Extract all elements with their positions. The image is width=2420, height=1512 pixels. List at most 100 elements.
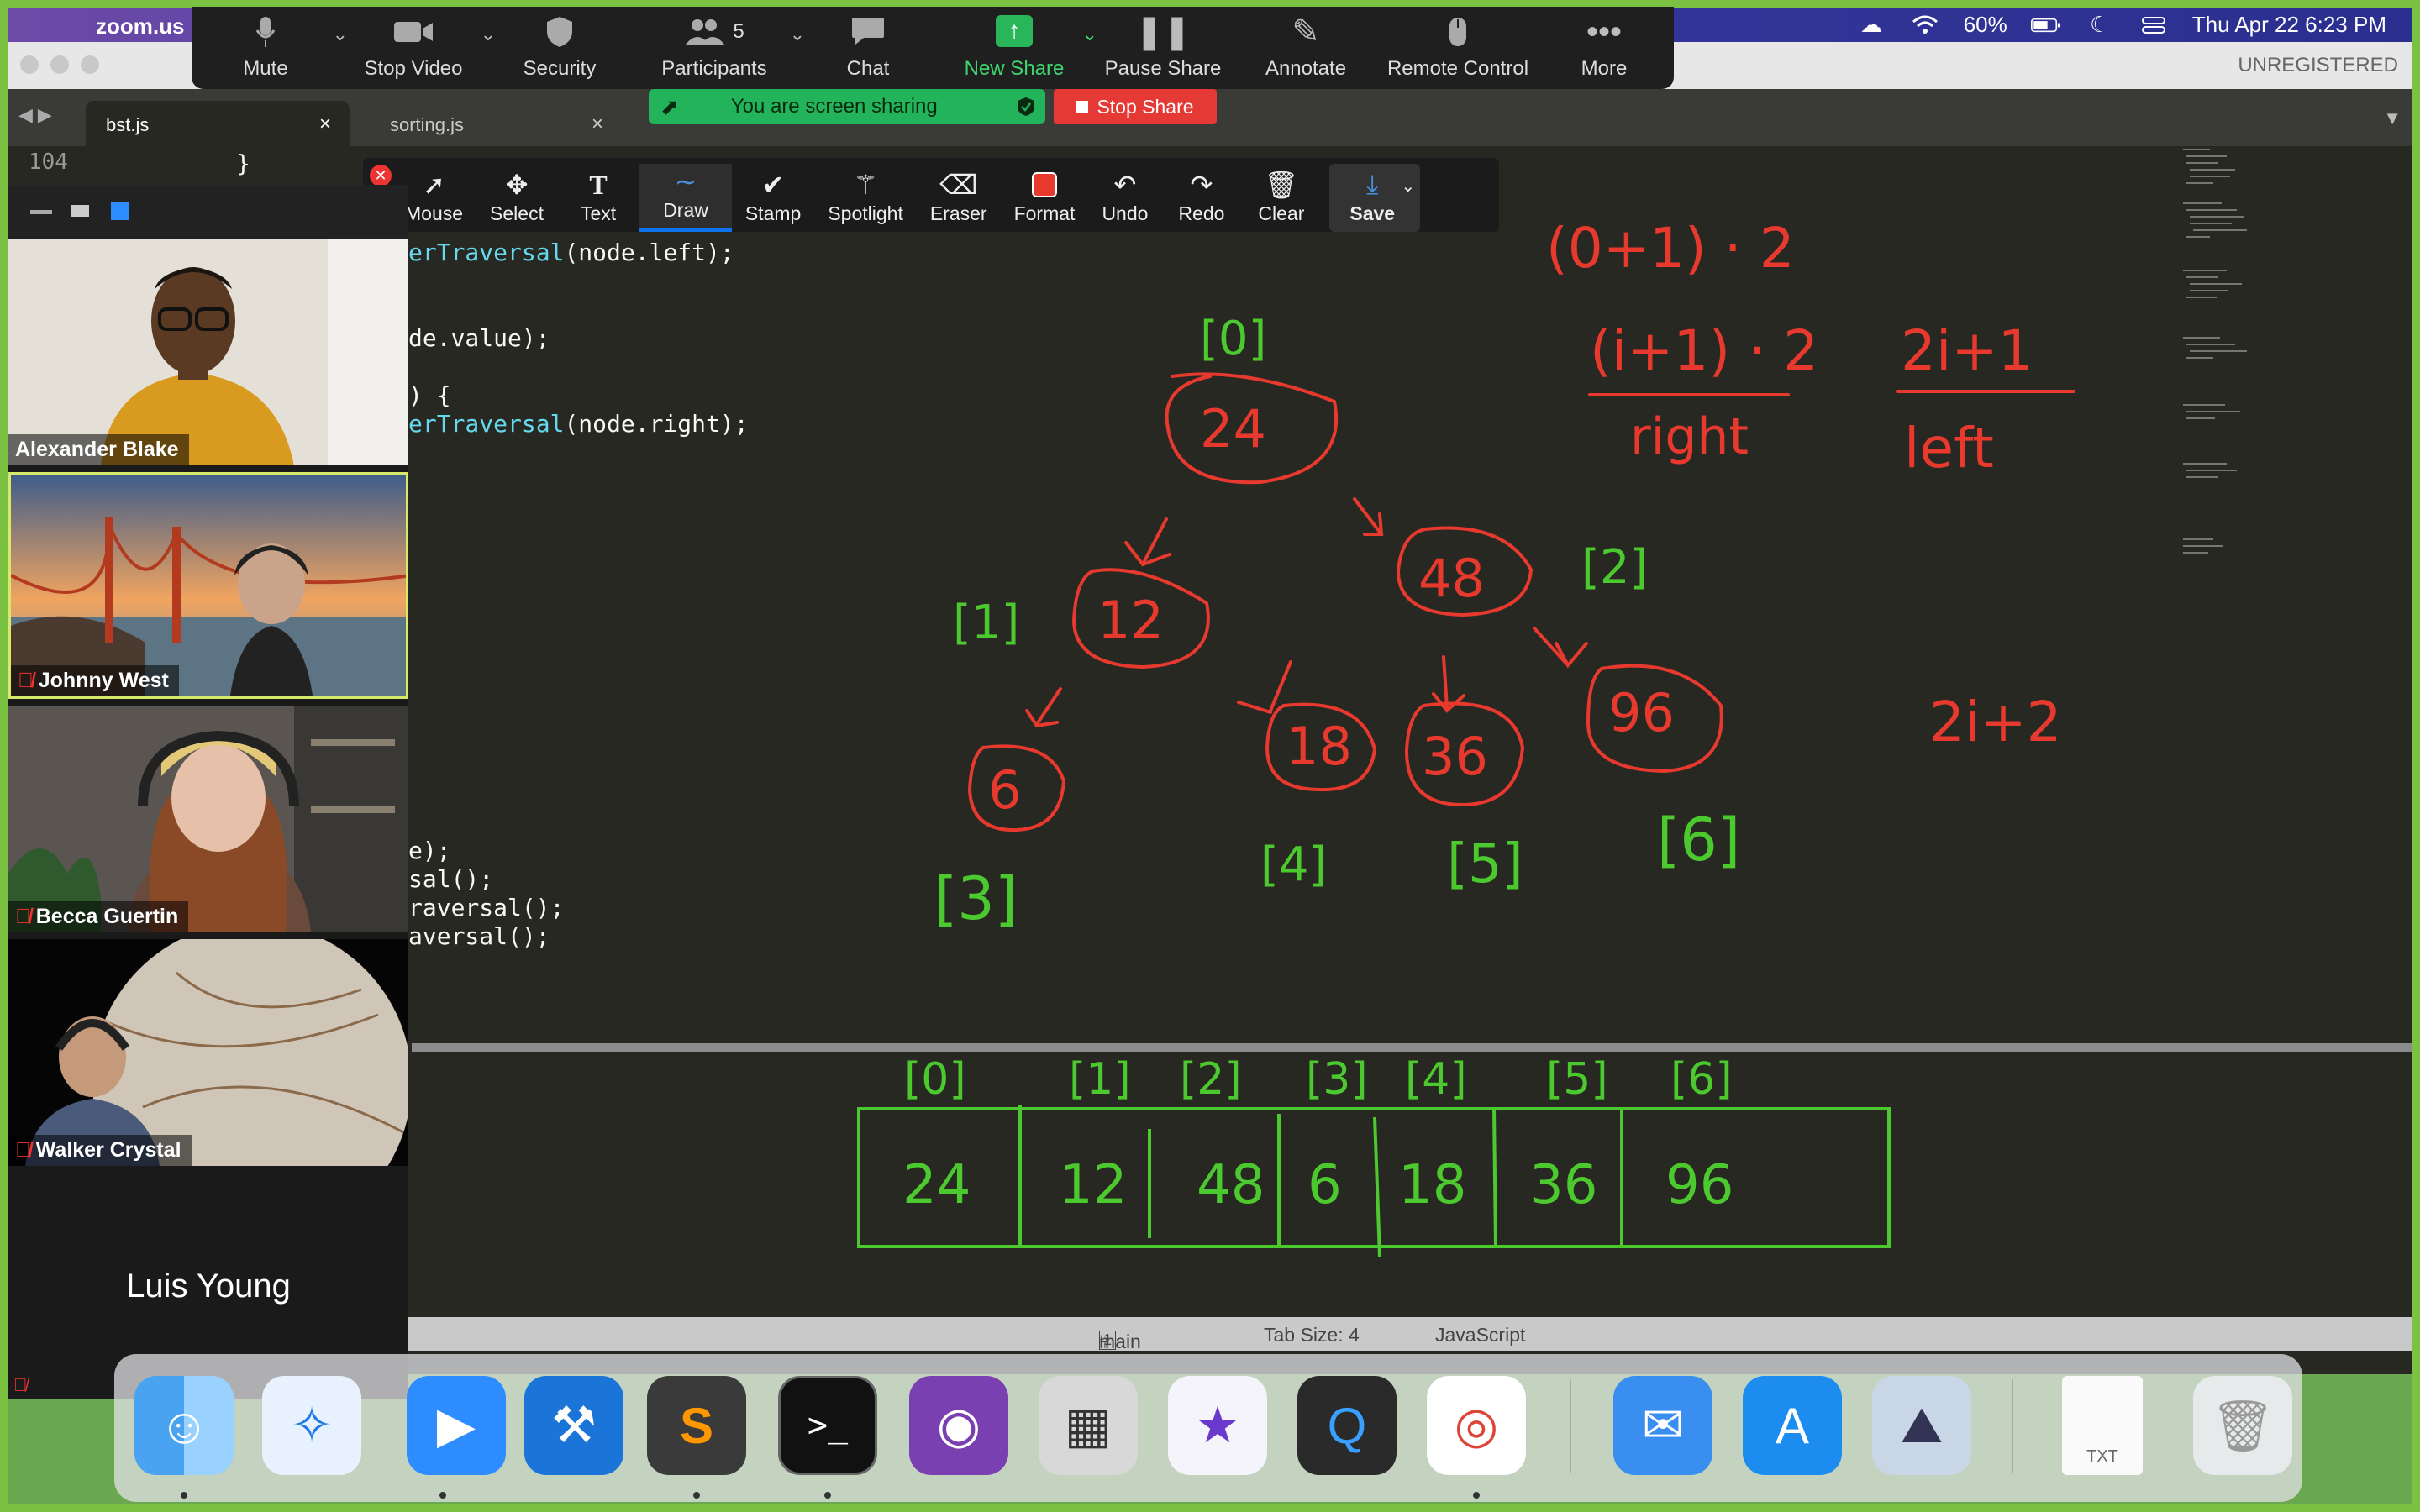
draw-tool[interactable]: ∼ Draw [639,164,732,232]
app-store-icon[interactable]: A [1743,1376,1842,1475]
clear-button[interactable]: 🗑 Clear [1241,167,1321,232]
tab-menu-icon[interactable]: ▼ [2383,108,2402,129]
muted-mic-icon: 🎙̸ [15,1138,31,1162]
annotate-button[interactable]: ✎ Annotate [1237,7,1375,89]
close-annotation-icon[interactable]: ✕ [370,165,392,186]
close-icon[interactable]: × [592,113,603,136]
battery-icon[interactable] [2030,14,2061,36]
draw-tool-label: Draw [663,199,708,221]
code-line: } [151,150,251,177]
chrome-icon[interactable]: ◎ [1427,1376,1526,1475]
tab-bst-js[interactable]: bst.js × [86,101,350,146]
stop-video-button[interactable]: Stop Video ⌄ [339,7,496,89]
save-label: Save [1349,202,1396,224]
tab-nav-arrows-icon[interactable]: ◀▶ [18,104,57,126]
code-function: erTraversal [408,410,565,438]
tab-sorting-js[interactable]: sorting.js × [370,101,622,146]
code-line[interactable]: de.value); [408,324,550,352]
tab-size[interactable]: Tab Size: 4 [1264,1324,1360,1347]
mail-icon[interactable]: ✉ [1613,1376,1712,1475]
control-center-icon[interactable] [2139,14,2169,36]
redo-arrow-icon: ↷ [1190,170,1213,200]
screen-sharing-indicator[interactable]: ⬈ You are screen sharing [649,89,1045,124]
muted-mic-icon: 🎙̸ [13,1374,28,1395]
remote-control-button[interactable]: Remote Control [1375,7,1541,89]
code-minimap[interactable] [2176,144,2260,615]
mute-button[interactable]: Mute ⌄ [192,7,348,89]
code-line[interactable]: aversal(); [408,922,550,950]
wifi-icon[interactable] [1910,14,1940,36]
preview-icon[interactable]: ⛰ [1872,1376,1971,1475]
cloud-upload-icon[interactable]: ☁ [1856,12,1886,37]
do-not-disturb-icon[interactable]: ☾ [2085,12,2115,37]
sublime-text-icon[interactable]: S [647,1376,746,1475]
running-indicator [181,1492,187,1499]
code-line[interactable]: raversal(); [408,894,564,921]
window-minimize-button[interactable] [50,55,69,74]
participant-tile-becca[interactable]: 🎙̸ Becca Guertin [8,706,408,932]
hide-video-icon[interactable] [71,205,89,217]
participant-tile-walker[interactable]: 🎙̸ Walker Crystal [8,939,408,1166]
close-icon[interactable]: × [319,113,331,136]
participant-name: 🎙̸ Becca Guertin [8,901,189,932]
code-line[interactable]: ) { [408,381,451,409]
pause-share-button[interactable]: ❚❚ Pause Share [1089,7,1237,89]
dock-separator [2012,1379,2013,1473]
participant-tile-johnny[interactable]: 🎙̸ Johnny West [8,472,408,699]
code-line[interactable]: sal(); [408,865,493,893]
github-desktop-icon[interactable]: ◉ [909,1376,1008,1475]
spotlight-tool[interactable]: ⚚ Spotlight [814,167,917,232]
new-share-button[interactable]: ↑ New Share ⌄ [939,7,1097,89]
participant-name: Alexander Blake [8,434,189,465]
zoom-meeting-toolbar: Mute ⌄ Stop Video ⌄ Security 5 Participa… [192,7,1674,89]
stop-share-button[interactable]: Stop Share [1054,89,1217,124]
window-zoom-button[interactable] [81,55,99,74]
minimize-gallery-icon[interactable] [30,210,52,214]
format-tool[interactable]: Format [1001,167,1089,232]
terminal-icon[interactable]: >_ [778,1376,877,1475]
imovie-icon[interactable]: ★ [1168,1376,1267,1475]
code-line[interactable]: e); [408,837,451,864]
chat-button[interactable]: Chat [797,7,939,89]
gallery-layout-icon[interactable] [111,202,129,220]
dock-separator [1570,1379,1571,1473]
save-button[interactable]: ⤓ Save ⌄ [1329,164,1421,232]
select-tool[interactable]: ✥ Select [476,167,557,232]
syntax-language[interactable]: JavaScript [1435,1324,1525,1347]
calculator-icon[interactable]: ▦ [1039,1376,1138,1475]
pane-divider[interactable] [412,1043,2412,1052]
txt-document-icon[interactable]: TXT [2062,1376,2143,1475]
stamp-tool-label: Stamp [744,202,802,224]
code-args: (node.right); [564,410,749,438]
undo-button[interactable]: ↶ Undo [1088,167,1161,232]
tab-label: sorting.js [390,114,465,135]
zoom-icon[interactable]: ▶ [407,1376,506,1475]
app-menu-name[interactable]: zoom.us [96,13,184,39]
stamp-tool[interactable]: ✔ Stamp [732,167,814,232]
more-button[interactable]: ••• More [1541,7,1667,89]
eraser-tool[interactable]: ⌫ Eraser [917,167,1001,232]
trash-icon[interactable]: 🗑 [2193,1376,2292,1475]
window-close-button[interactable] [20,55,39,74]
participants-button[interactable]: 5 Participants ⌄ [632,7,805,89]
pencil-icon: ✎ [1292,13,1320,50]
participant-tile-alexander[interactable]: Alexander Blake [8,239,408,465]
more-label: More [1581,57,1628,80]
chevron-down-icon[interactable]: ⌄ [1401,176,1415,197]
microphone-icon [255,13,276,50]
security-button[interactable]: Security [487,7,632,89]
annotation-toolbar: ✕ ➚ Mouse ✥ Select T Text ∼ Draw ✔ Stamp ⚚ Spo… [363,158,1499,232]
quicktime-icon[interactable]: Q [1297,1376,1397,1475]
menu-bar-clock[interactable]: Thu Apr 22 6:23 PM [2192,12,2386,38]
safari-icon[interactable]: ✧ [262,1376,361,1475]
code-line[interactable]: erTraversal(node.left); [408,239,734,266]
xcode-icon[interactable]: ⚒ [524,1376,623,1475]
redo-button[interactable]: ↷ Redo [1161,167,1241,232]
code-function: erTraversal [408,239,565,266]
cursor-arrow-icon: ➚ [423,170,445,200]
participant-name-text: Johnny West [38,669,169,692]
stop-video-label: Stop Video [364,57,463,80]
text-tool[interactable]: T Text [557,167,639,232]
finder-icon[interactable]: ☺ [134,1376,234,1475]
code-line[interactable]: erTraversal(node.right); [408,410,749,438]
